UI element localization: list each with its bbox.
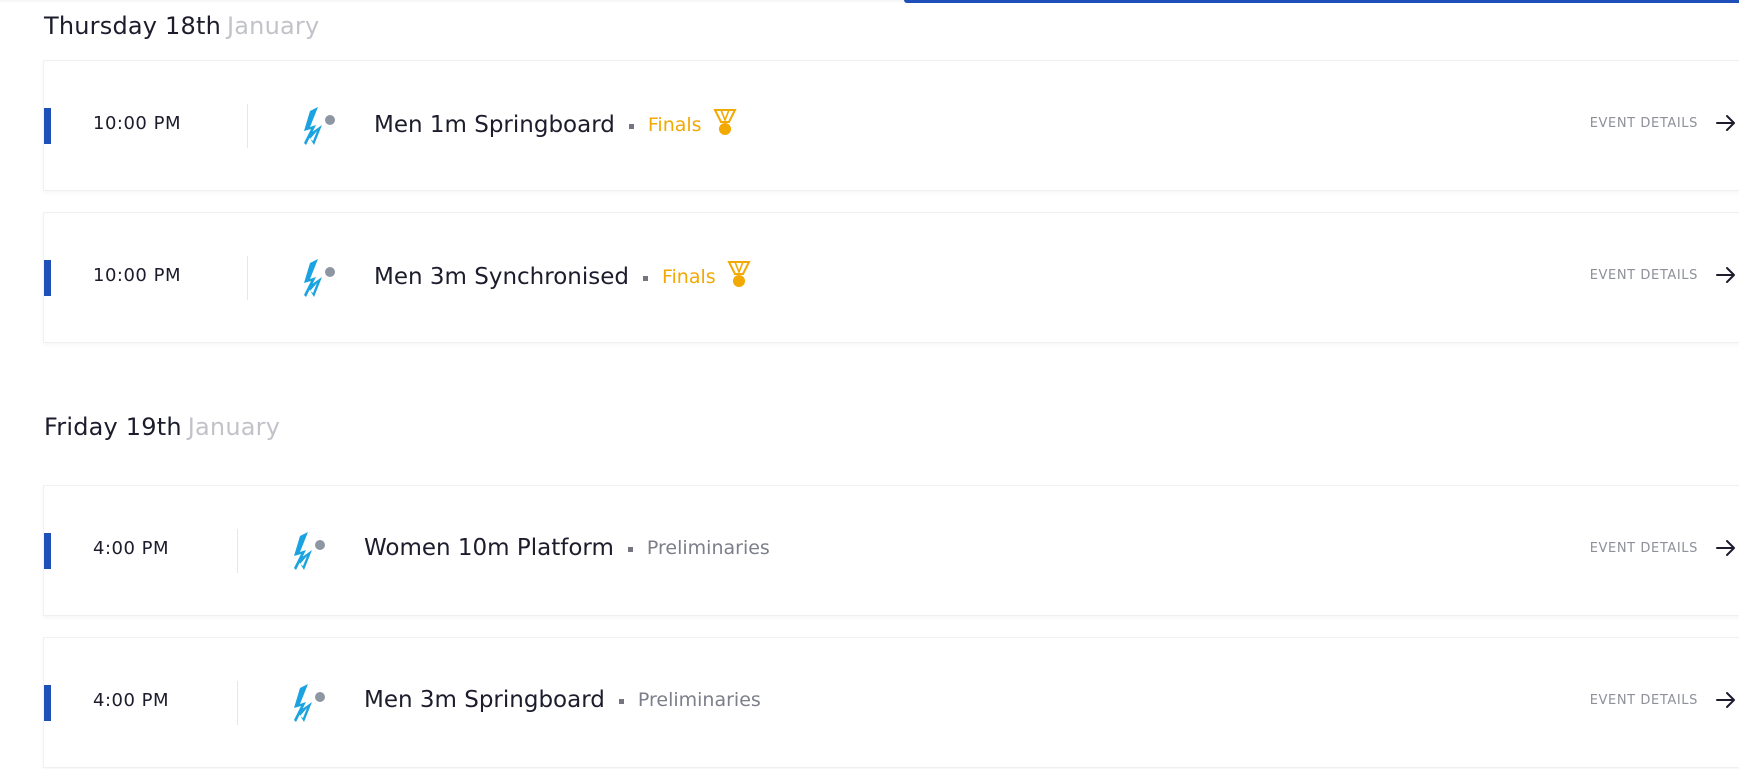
event-accent-bar: [44, 260, 51, 296]
event-phase: Finals: [661, 266, 716, 288]
event-title: Men 3m Synchronised Finals: [374, 261, 752, 292]
event-phase: Preliminaries: [637, 689, 761, 711]
event-details-link[interactable]: EVENT DETAILS: [1590, 111, 1738, 135]
event-divider: [237, 681, 238, 725]
event-title: Men 3m Springboard Preliminaries: [364, 687, 761, 713]
event-divider: [247, 256, 248, 300]
diving-icon: [304, 107, 335, 145]
month-label: January: [227, 12, 320, 40]
event-time: 10:00 PM: [93, 113, 181, 134]
event-time: 4:00 PM: [93, 690, 170, 711]
day-label: Thursday 18th: [44, 12, 221, 40]
event-card[interactable]: 4:00 PM Men 3m Springboard Preliminaries…: [43, 637, 1739, 768]
event-details-label: EVENT DETAILS: [1589, 267, 1698, 283]
event-card[interactable]: 10:00 PM Men 1m Springboard Finals EVENT…: [43, 60, 1739, 191]
event-details-link[interactable]: EVENT DETAILS: [1590, 263, 1738, 287]
diving-icon: [304, 259, 335, 297]
day-label: Friday 19th: [44, 413, 182, 441]
event-accent-bar: [44, 685, 51, 721]
event-accent-bar: [44, 108, 51, 144]
diving-icon: [294, 532, 325, 570]
event-title: Men 1m Springboard Finals: [374, 109, 738, 140]
event-time: 10:00 PM: [93, 265, 181, 286]
event-name: Men 3m Synchronised: [374, 264, 629, 290]
event-title: Women 10m Platform Preliminaries: [364, 535, 770, 561]
event-details-label: EVENT DETAILS: [1589, 540, 1698, 556]
event-time: 4:00 PM: [93, 538, 170, 559]
event-details-link[interactable]: EVENT DETAILS: [1590, 536, 1738, 560]
event-details-label: EVENT DETAILS: [1589, 115, 1698, 131]
arrow-right-icon: [1716, 692, 1735, 708]
event-card[interactable]: 10:00 PM Men 3m Synchronised Finals EVEN…: [43, 212, 1739, 343]
separator-dot: [642, 275, 648, 281]
day-heading: Thursday 18th January: [44, 12, 319, 40]
event-name: Men 3m Springboard: [364, 687, 605, 713]
event-divider: [247, 104, 248, 148]
event-name: Women 10m Platform: [364, 535, 614, 561]
medal-icon: [712, 109, 737, 135]
arrow-right-icon: [1716, 115, 1735, 131]
event-phase: Preliminaries: [646, 537, 770, 559]
medal-icon: [727, 261, 751, 287]
separator-dot: [618, 698, 624, 704]
arrow-right-icon: [1716, 267, 1735, 283]
diving-icon: [294, 684, 325, 722]
event-card[interactable]: 4:00 PM Women 10m Platform Preliminaries…: [43, 485, 1739, 616]
separator-dot: [627, 546, 633, 552]
event-divider: [237, 529, 238, 573]
event-details-link[interactable]: EVENT DETAILS: [1590, 688, 1738, 712]
event-accent-bar: [44, 533, 51, 569]
arrow-right-icon: [1716, 540, 1735, 556]
header-accent-strip: [904, 0, 1739, 3]
day-heading: Friday 19th January: [44, 413, 280, 441]
event-name: Men 1m Springboard: [374, 112, 615, 138]
event-details-label: EVENT DETAILS: [1589, 692, 1698, 708]
month-label: January: [187, 413, 281, 441]
separator-dot: [628, 123, 634, 129]
event-phase: Finals: [647, 114, 702, 136]
